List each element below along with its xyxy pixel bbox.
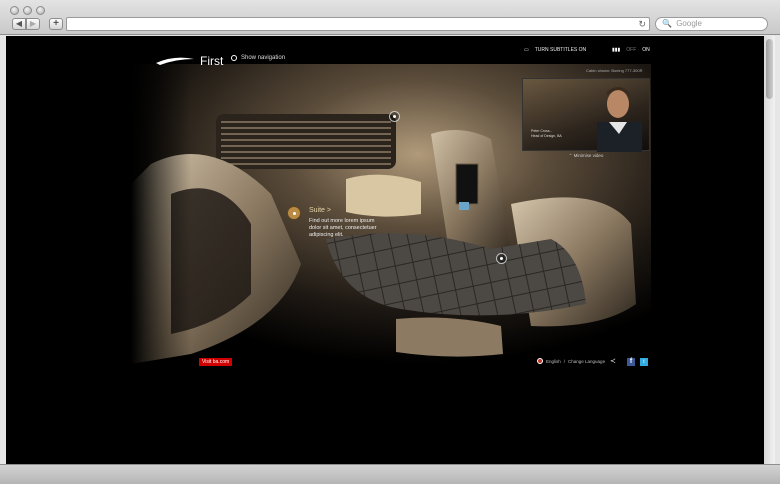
hotspot-seat[interactable] [496,253,507,264]
facebook-icon[interactable]: f [627,358,635,366]
suite-description: Find out more lorem ipsum dolor sit amet… [309,218,377,238]
change-language-link[interactable]: Change Language [568,359,605,364]
back-button[interactable]: ◀ [12,18,26,30]
twitter-icon[interactable]: t [640,358,648,366]
language-selector[interactable]: English / Change Language [537,358,605,364]
suite-link[interactable]: Suite > [309,207,331,214]
add-bookmark-button[interactable]: + [49,18,63,30]
presenter-image [597,87,642,152]
browser-toolbar: ◀ ▶ + ↻ 🔍 Google [0,0,780,35]
nav-toggle-icon [231,55,237,61]
chevron-right-icon: > [326,207,332,214]
volume-icon: ▮▮▮ [612,47,621,53]
language-label: English [546,358,561,364]
speedmarque-icon [156,57,194,65]
show-navigation-button[interactable]: Show navigation [231,55,285,61]
forward-button[interactable]: ▶ [26,18,40,30]
vertical-scrollbar[interactable] [764,36,775,464]
subtitles-label: TURN SUBTITLES ON [534,47,587,53]
scrollbar-thumb[interactable] [766,39,773,99]
minimise-video-label: Minimise video [573,153,604,158]
address-bar[interactable]: ↻ [66,17,650,31]
sound-toggle[interactable]: ▮▮▮ OFF ON [612,47,650,53]
visit-ba-button[interactable]: Visit ba.com [199,358,233,366]
brand-title: First [200,54,224,68]
caption-line-2: Head of Design, BA [531,134,562,138]
close-window-button[interactable] [10,6,19,15]
video-panel[interactable]: Peter Cross... Head of Design, BA [522,78,650,152]
video-caption: Peter Cross... Head of Design, BA [531,129,562,139]
cabin-shown-label: Cabin shown: Boeing 777-300R [586,68,643,73]
sound-off-option[interactable]: OFF [626,47,636,53]
flag-icon [537,358,543,364]
reload-icon[interactable]: ↻ [638,19,646,29]
minimise-video-button[interactable]: ⌃ Minimise video [522,151,650,160]
minimize-window-button[interactable] [23,6,32,15]
sound-on-option[interactable]: ON [642,47,650,53]
subtitles-icon: ▭ [524,47,529,53]
hotspot-suite[interactable] [287,206,301,220]
hotspot-window[interactable] [389,111,400,122]
suite-title: Suite [309,207,325,214]
page-content: First Show navigation ▭ TURN SUBTITLES O… [6,36,764,464]
search-placeholder: Google [676,19,702,28]
subtitles-toggle[interactable]: ▭ TURN SUBTITLES ON [524,47,586,53]
window-bottom-bar [0,464,780,484]
browser-window: ◀ ▶ + ↻ 🔍 Google First Show navigation ▭… [0,0,780,484]
share-icon[interactable]: ≺ [610,357,616,365]
zoom-window-button[interactable] [36,6,45,15]
language-separator: / [563,358,566,364]
show-navigation-label: Show navigation [241,55,286,61]
search-icon: 🔍 [662,19,672,28]
search-field[interactable]: 🔍 Google [655,17,768,31]
brand-logo[interactable]: First [156,54,223,68]
